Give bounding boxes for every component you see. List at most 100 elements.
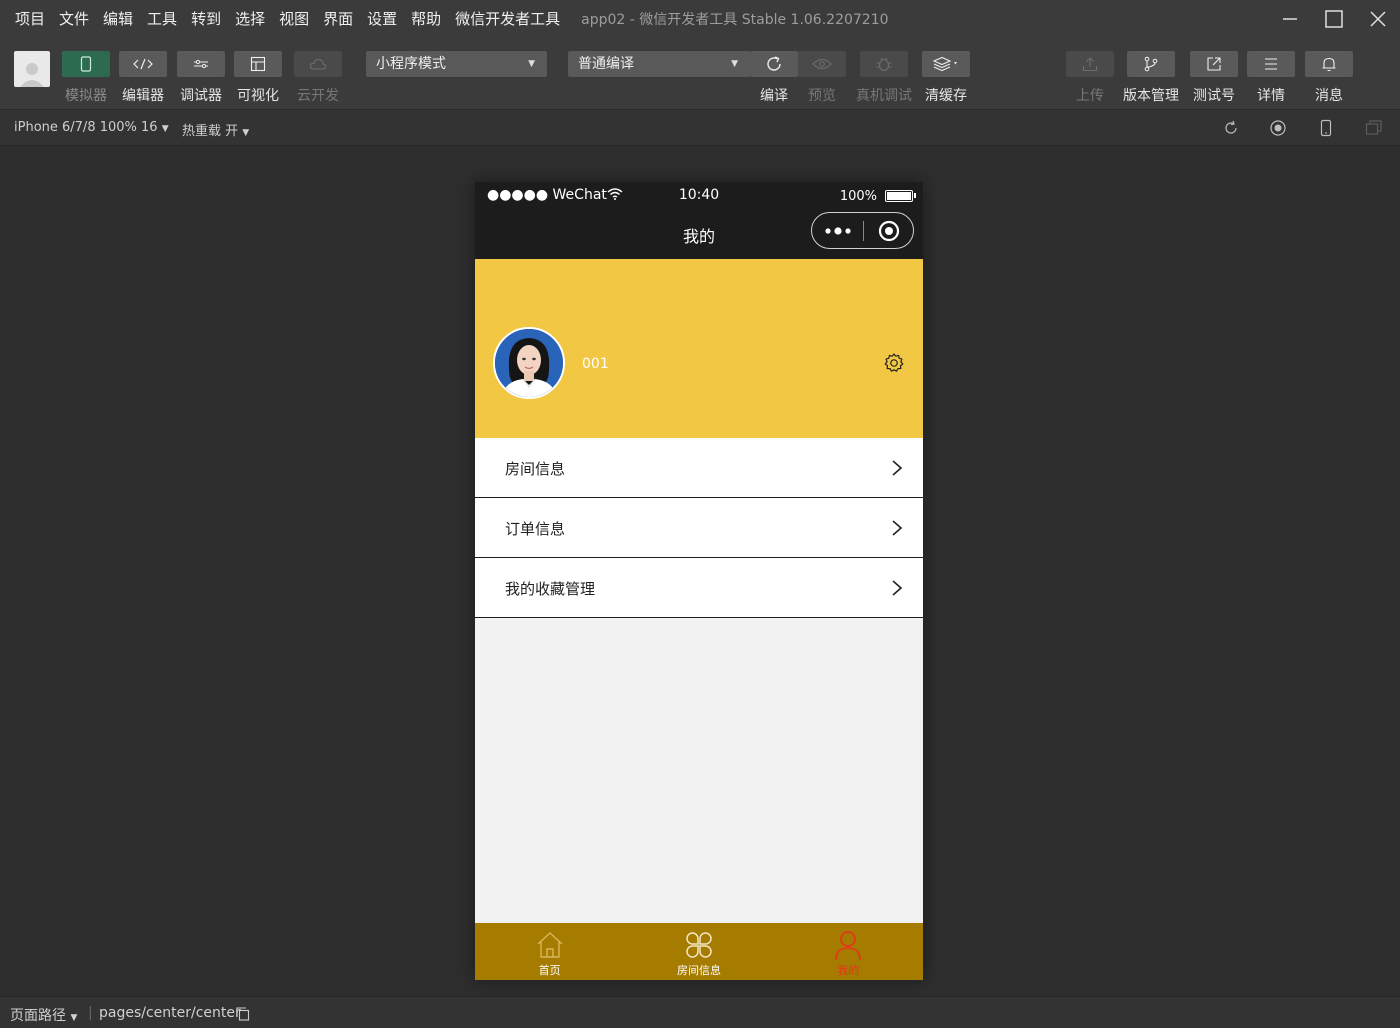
close-window-button[interactable] <box>1356 0 1400 38</box>
code-icon <box>133 58 153 70</box>
tab-home[interactable]: 首页 <box>475 923 624 980</box>
detach-window-icon[interactable] <box>1365 119 1383 137</box>
visualize-button-box <box>234 51 282 77</box>
chevron-down-icon: ▼ <box>242 128 250 138</box>
simulator-button-box <box>62 51 110 77</box>
details-button[interactable]: 详情 <box>1247 51 1295 105</box>
clear-cache-button[interactable]: 清缓存 <box>922 51 970 105</box>
minimize-button[interactable] <box>1268 0 1312 38</box>
exit-button[interactable] <box>864 220 913 242</box>
list-item-order-info[interactable]: 订单信息 <box>475 498 923 558</box>
rotate-icon[interactable] <box>1222 119 1240 137</box>
debugger-button[interactable]: 调试器 <box>177 51 225 105</box>
menu-icon <box>1265 58 1277 70</box>
debugger-label: 调试器 <box>180 88 222 104</box>
tab-mine[interactable]: 我的 <box>774 923 923 980</box>
menu-interface[interactable]: 界面 <box>316 0 360 38</box>
tab-room-info[interactable]: 房间信息 <box>624 923 773 980</box>
phone-icon <box>80 56 92 72</box>
more-button[interactable] <box>812 226 863 236</box>
menu-settings[interactable]: 设置 <box>360 0 404 38</box>
editor-label: 编辑器 <box>122 88 164 104</box>
menu-view[interactable]: 视图 <box>272 0 316 38</box>
tab-room-info-label: 房间信息 <box>676 964 721 977</box>
main-toolbar: 模拟器 编辑器 调试器 可视化 云开发 小程序模式 ▼ 普通编译 ▼ 编译 预览… <box>0 38 1400 110</box>
phone-nav-bar: 我的 <box>475 208 923 259</box>
messages-label: 消息 <box>1315 88 1343 104</box>
upload-icon <box>1082 57 1098 72</box>
messages-button[interactable]: 消息 <box>1305 51 1353 105</box>
remote-debug-button-box <box>860 51 908 77</box>
more-dots-icon <box>824 226 851 235</box>
debug-icon <box>194 59 208 69</box>
test-account-button[interactable]: 测试号 <box>1190 51 1238 105</box>
editor-button[interactable]: 编辑器 <box>119 51 167 105</box>
simulator-button[interactable]: 模拟器 <box>62 51 110 105</box>
user-icon <box>835 931 862 961</box>
maximize-button[interactable] <box>1312 0 1356 38</box>
battery-icon <box>885 190 913 202</box>
simulator-subbar: iPhone 6/7/8 100% 16 ▼ 热重载 开 ▼ <box>0 110 1400 146</box>
compile-select[interactable]: 普通编译 ▼ <box>568 51 750 77</box>
minimize-icon <box>1283 18 1297 20</box>
menu-wechat-devtools[interactable]: 微信开发者工具 <box>448 0 567 38</box>
tab-mine-label: 我的 <box>837 964 860 977</box>
window-controls <box>1268 0 1400 38</box>
layout-icon <box>250 56 266 72</box>
close-icon <box>1370 11 1386 27</box>
cloud-dev-button[interactable]: 云开发 <box>294 51 342 105</box>
user-avatar-button[interactable] <box>14 51 50 87</box>
visualize-button[interactable]: 可视化 <box>234 51 282 105</box>
version-control-button[interactable]: 版本管理 <box>1123 51 1179 105</box>
menu-bar: 项目 文件 编辑 工具 转到 选择 视图 界面 设置 帮助 微信开发者工具 <box>8 0 567 38</box>
visualize-label: 可视化 <box>237 88 279 104</box>
divider: | <box>88 1005 93 1021</box>
menu-goto[interactable]: 转到 <box>184 0 228 38</box>
record-icon[interactable] <box>1269 119 1287 137</box>
mini-program-capsule <box>811 212 914 249</box>
battery-percent: 100% <box>839 189 877 204</box>
list-item-favorites[interactable]: 我的收藏管理 <box>475 558 923 618</box>
remote-debug-button[interactable]: 真机调试 <box>856 51 912 105</box>
device-select[interactable]: iPhone 6/7/8 100% 16 ▼ <box>14 120 169 135</box>
compile-button[interactable]: 编译 <box>750 51 798 105</box>
menu-tools[interactable]: 工具 <box>140 0 184 38</box>
mode-select[interactable]: 小程序模式 ▼ <box>366 51 547 77</box>
eye-icon <box>812 58 832 70</box>
hot-reload-select[interactable]: 热重载 开 ▼ <box>182 120 249 139</box>
menu-project[interactable]: 项目 <box>8 0 52 38</box>
phone-simulator: ●●●●● WeChat 10:40 100% 我的 001 房间信息 订单信息… <box>475 182 923 980</box>
menu-help[interactable]: 帮助 <box>404 0 448 38</box>
page-path-dropdown[interactable]: 页面路径 ▼ <box>10 1005 77 1025</box>
list-item-label: 房间信息 <box>505 460 566 478</box>
list-item-label: 订单信息 <box>505 520 566 538</box>
menu-select[interactable]: 选择 <box>228 0 272 38</box>
upload-label: 上传 <box>1076 88 1104 104</box>
home-icon <box>537 932 563 958</box>
debugger-button-box <box>177 51 225 77</box>
preview-button-box <box>798 51 846 77</box>
chevron-right-icon <box>892 520 903 536</box>
cloud-dev-label: 云开发 <box>297 88 339 104</box>
details-button-box <box>1247 51 1295 77</box>
chevron-down-icon: ▼ <box>528 59 535 69</box>
device-icon[interactable] <box>1317 119 1335 137</box>
clover-icon <box>686 932 712 958</box>
preview-button[interactable]: 预览 <box>798 51 846 105</box>
chevron-right-icon <box>892 580 903 596</box>
bug-icon <box>876 57 892 72</box>
cloud-dev-button-box <box>294 51 342 77</box>
upload-button[interactable]: 上传 <box>1066 51 1114 105</box>
chevron-down-icon: ▼ <box>731 59 738 69</box>
compile-select-value: 普通编译 <box>578 56 634 72</box>
menu-edit[interactable]: 编辑 <box>96 0 140 38</box>
tab-home-label: 首页 <box>538 964 561 977</box>
gear-icon[interactable] <box>883 352 905 374</box>
list-item-room-info[interactable]: 房间信息 <box>475 438 923 498</box>
menu-file[interactable]: 文件 <box>52 0 96 38</box>
list-item-label: 我的收藏管理 <box>505 580 596 598</box>
avatar[interactable] <box>493 327 565 399</box>
copy-icon[interactable] <box>236 1007 250 1021</box>
remote-debug-label: 真机调试 <box>856 88 912 104</box>
version-control-label: 版本管理 <box>1123 88 1179 104</box>
